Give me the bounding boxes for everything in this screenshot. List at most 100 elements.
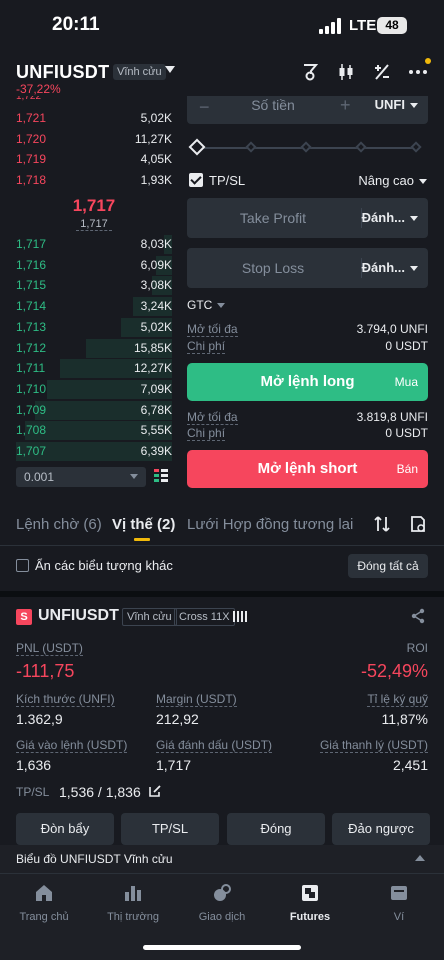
tab-open-orders[interactable]: Lệnh chờ (6) bbox=[16, 516, 102, 533]
advanced-dropdown[interactable]: Nâng cao bbox=[358, 173, 427, 188]
row-qty: 7,09K bbox=[140, 381, 172, 396]
nav-wallet[interactable]: Ví bbox=[355, 882, 443, 923]
precision-value: 0.001 bbox=[24, 470, 55, 484]
bid-row[interactable]: 1,715 3,08K bbox=[16, 276, 172, 296]
sl-trigger-select[interactable]: Đánh... bbox=[362, 260, 418, 275]
position-symbol[interactable]: UNFIUSDT bbox=[38, 607, 119, 625]
home-indicator bbox=[143, 945, 301, 950]
open-short-button[interactable]: Mở lệnh short Bán bbox=[187, 450, 428, 488]
hide-other-symbols-checkbox[interactable] bbox=[16, 559, 29, 572]
row-price: 1,708 bbox=[16, 423, 47, 438]
bid-row[interactable]: 1,714 3,24K bbox=[16, 297, 172, 317]
size-label: Kích thước (UNFI) bbox=[16, 692, 115, 707]
bid-row[interactable]: 1,713 5,02K bbox=[16, 317, 172, 338]
amount-unit[interactable]: UNFI bbox=[375, 97, 418, 112]
time-in-force-select[interactable]: GTC bbox=[187, 298, 226, 312]
nav-futures[interactable]: Futures bbox=[266, 882, 354, 923]
entry-price-label: Giá vào lệnh (USDT) bbox=[16, 738, 128, 753]
hide-other-symbols-label: Ẩn các biểu tượng khác bbox=[35, 558, 173, 573]
network-label: LTE bbox=[349, 17, 377, 34]
sort-icon[interactable] bbox=[373, 515, 391, 533]
notification-dot bbox=[425, 58, 431, 64]
tpsl-button[interactable]: TP/SL bbox=[121, 813, 219, 845]
bid-row[interactable]: 1,709 6,78K bbox=[16, 400, 172, 421]
slider-step[interactable] bbox=[300, 141, 312, 153]
close-all-button[interactable]: Đóng tất cả bbox=[348, 554, 428, 578]
tpsl-checkbox[interactable] bbox=[189, 173, 203, 187]
row-qty: 11,27K bbox=[134, 131, 172, 146]
calculator-icon[interactable] bbox=[372, 62, 392, 82]
ask-row[interactable]: 1,719 4,05K bbox=[16, 150, 172, 170]
take-profit-input[interactable]: Take Profit Đánh... bbox=[187, 198, 428, 238]
bar-chart-icon bbox=[125, 886, 141, 901]
leverage-button[interactable]: Đòn bẩy bbox=[16, 813, 114, 845]
precision-select[interactable]: 0.001 bbox=[16, 467, 146, 487]
share-icon[interactable] bbox=[410, 608, 426, 624]
slider-thumb[interactable] bbox=[188, 138, 206, 156]
short-side-badge: S bbox=[16, 609, 32, 625]
bid-row[interactable]: 1,710 7,09K bbox=[16, 379, 172, 400]
ask-row[interactable]: 1,720 11,27K bbox=[16, 130, 172, 150]
row-qty: 6,39K bbox=[140, 444, 172, 458]
nav-home[interactable]: Trang chủ bbox=[0, 882, 88, 923]
active-tab-indicator bbox=[134, 538, 150, 541]
nav-trade[interactable]: Giao dịch bbox=[178, 882, 266, 923]
slider-step[interactable] bbox=[245, 141, 257, 153]
ask-row[interactable]: 1,721 5,02K bbox=[16, 109, 172, 129]
row-price: 1,715 bbox=[16, 278, 47, 293]
symbol-dropdown-icon[interactable] bbox=[165, 66, 175, 73]
edit-icon[interactable] bbox=[148, 784, 162, 798]
row-price: 1,714 bbox=[16, 299, 47, 314]
tab-positions[interactable]: Vị thế (2) bbox=[112, 516, 175, 533]
stop-loss-input[interactable]: Stop Loss Đánh... bbox=[187, 248, 428, 288]
row-price: 1,717 bbox=[16, 237, 47, 251]
trade-icon bbox=[214, 884, 231, 901]
slider-step[interactable] bbox=[410, 141, 422, 153]
chevron-up-icon[interactable] bbox=[415, 855, 425, 861]
contract-type-tag: Vĩnh cửu bbox=[113, 64, 166, 80]
liq-price-value: 2,451 bbox=[392, 757, 428, 773]
section-divider bbox=[0, 591, 444, 597]
funding-icon[interactable] bbox=[300, 62, 320, 82]
bid-row[interactable]: 1,716 6,09K bbox=[16, 255, 172, 276]
row-price: 1,719 bbox=[16, 152, 47, 167]
reverse-position-button[interactable]: Đảo ngược bbox=[332, 813, 430, 845]
row-qty: 6,78K bbox=[140, 402, 172, 417]
mark-price: 1,717 bbox=[76, 218, 112, 231]
candlestick-icon[interactable] bbox=[336, 62, 356, 82]
bid-row[interactable]: 1,717 8,03K bbox=[16, 235, 172, 255]
tab-futures-grid[interactable]: Lưới Hợp đồng tương lai bbox=[187, 516, 353, 533]
open-long-button[interactable]: Mở lệnh long Mua bbox=[187, 363, 428, 401]
status-time: 20:11 bbox=[52, 14, 100, 35]
pnl-value: -111,75 bbox=[16, 661, 75, 681]
row-price: 1,721 bbox=[16, 111, 47, 125]
mark-price-label: Giá đánh dấu (USDT) bbox=[156, 738, 273, 753]
row-qty: 4,05K bbox=[140, 152, 172, 167]
row-qty: 5,02K bbox=[140, 319, 172, 334]
bid-row[interactable]: 1,708 5,55K bbox=[16, 421, 172, 441]
wallet-icon bbox=[391, 886, 407, 900]
row-qty: 3,24K bbox=[140, 299, 172, 314]
row-qty: 15,85K bbox=[133, 340, 172, 355]
close-position-button[interactable]: Đóng bbox=[227, 813, 325, 845]
nav-markets[interactable]: Thị trường bbox=[89, 882, 177, 923]
chart-bar-label: Biểu đồ UNFIUSDT Vĩnh cửu bbox=[16, 852, 173, 866]
margin-ratio-value: 11,87% bbox=[381, 711, 428, 727]
symbol-title[interactable]: UNFIUSDT bbox=[16, 62, 109, 83]
slider-step[interactable] bbox=[355, 141, 367, 153]
row-price: 1,711 bbox=[16, 361, 46, 376]
chart-collapsed-bar[interactable]: Biểu đồ UNFIUSDT Vĩnh cửu bbox=[0, 845, 444, 873]
row-qty: 8,03K bbox=[140, 237, 172, 251]
bid-row[interactable]: 1,712 15,85K bbox=[16, 338, 172, 359]
bid-row[interactable]: 1,711 12,27K bbox=[16, 359, 172, 379]
amount-input[interactable]: − Số tiền + UNFI bbox=[187, 96, 428, 124]
bid-row[interactable]: 1,707 6,39K bbox=[16, 442, 172, 462]
plus-icon[interactable]: + bbox=[340, 96, 351, 116]
ask-row[interactable]: 1,718 1,93K bbox=[16, 171, 172, 191]
book-layout-icon[interactable] bbox=[154, 469, 168, 483]
chevron-down-icon bbox=[130, 474, 138, 479]
more-icon[interactable] bbox=[408, 62, 428, 82]
tp-trigger-select[interactable]: Đánh... bbox=[362, 210, 418, 225]
order-history-icon[interactable] bbox=[409, 515, 427, 533]
position-tpsl-value: 1,536 / 1,836 bbox=[59, 784, 141, 800]
